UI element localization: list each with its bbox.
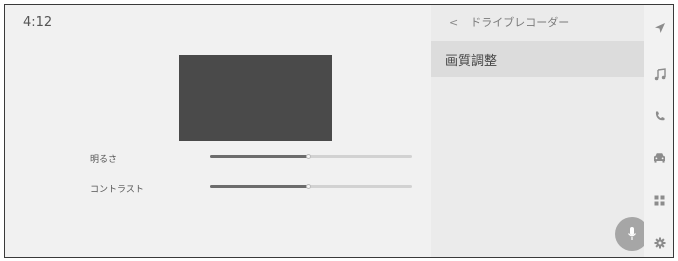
brightness-slider-knob[interactable] <box>306 154 312 159</box>
settings-menu-panel: < ドライブレコーダー 画質調整 <box>431 5 649 257</box>
camera-preview <box>179 55 332 141</box>
phone-icon[interactable] <box>652 108 667 123</box>
contrast-slider[interactable] <box>210 184 412 189</box>
contrast-slider-knob[interactable] <box>306 184 312 189</box>
car-icon[interactable] <box>652 150 667 165</box>
brightness-slider[interactable] <box>210 154 412 159</box>
contrast-label: コントラスト <box>90 185 144 195</box>
music-note-icon[interactable] <box>652 67 667 82</box>
menu-title: ドライブレコーダー <box>470 16 570 29</box>
settings-gear-icon[interactable] <box>652 235 667 250</box>
apps-grid-icon[interactable] <box>652 193 667 208</box>
back-button[interactable]: < <box>449 16 458 29</box>
brightness-label: 明るさ <box>90 155 118 165</box>
microphone-icon <box>628 227 636 240</box>
clock: 4:12 <box>23 15 53 30</box>
navigation-arrow-icon[interactable] <box>652 20 667 35</box>
screen-frame: 4:12 明るさ コントラスト < ドライブレコーダー 画質調整 <box>4 4 674 258</box>
menu-header: < ドライブレコーダー <box>431 5 644 39</box>
brightness-slider-fill <box>210 155 309 158</box>
contrast-slider-fill <box>210 185 309 188</box>
image-adjust-panel: 4:12 明るさ コントラスト <box>5 5 431 257</box>
menu-item-image-quality[interactable]: 画質調整 <box>431 41 644 77</box>
side-rail <box>644 5 673 257</box>
